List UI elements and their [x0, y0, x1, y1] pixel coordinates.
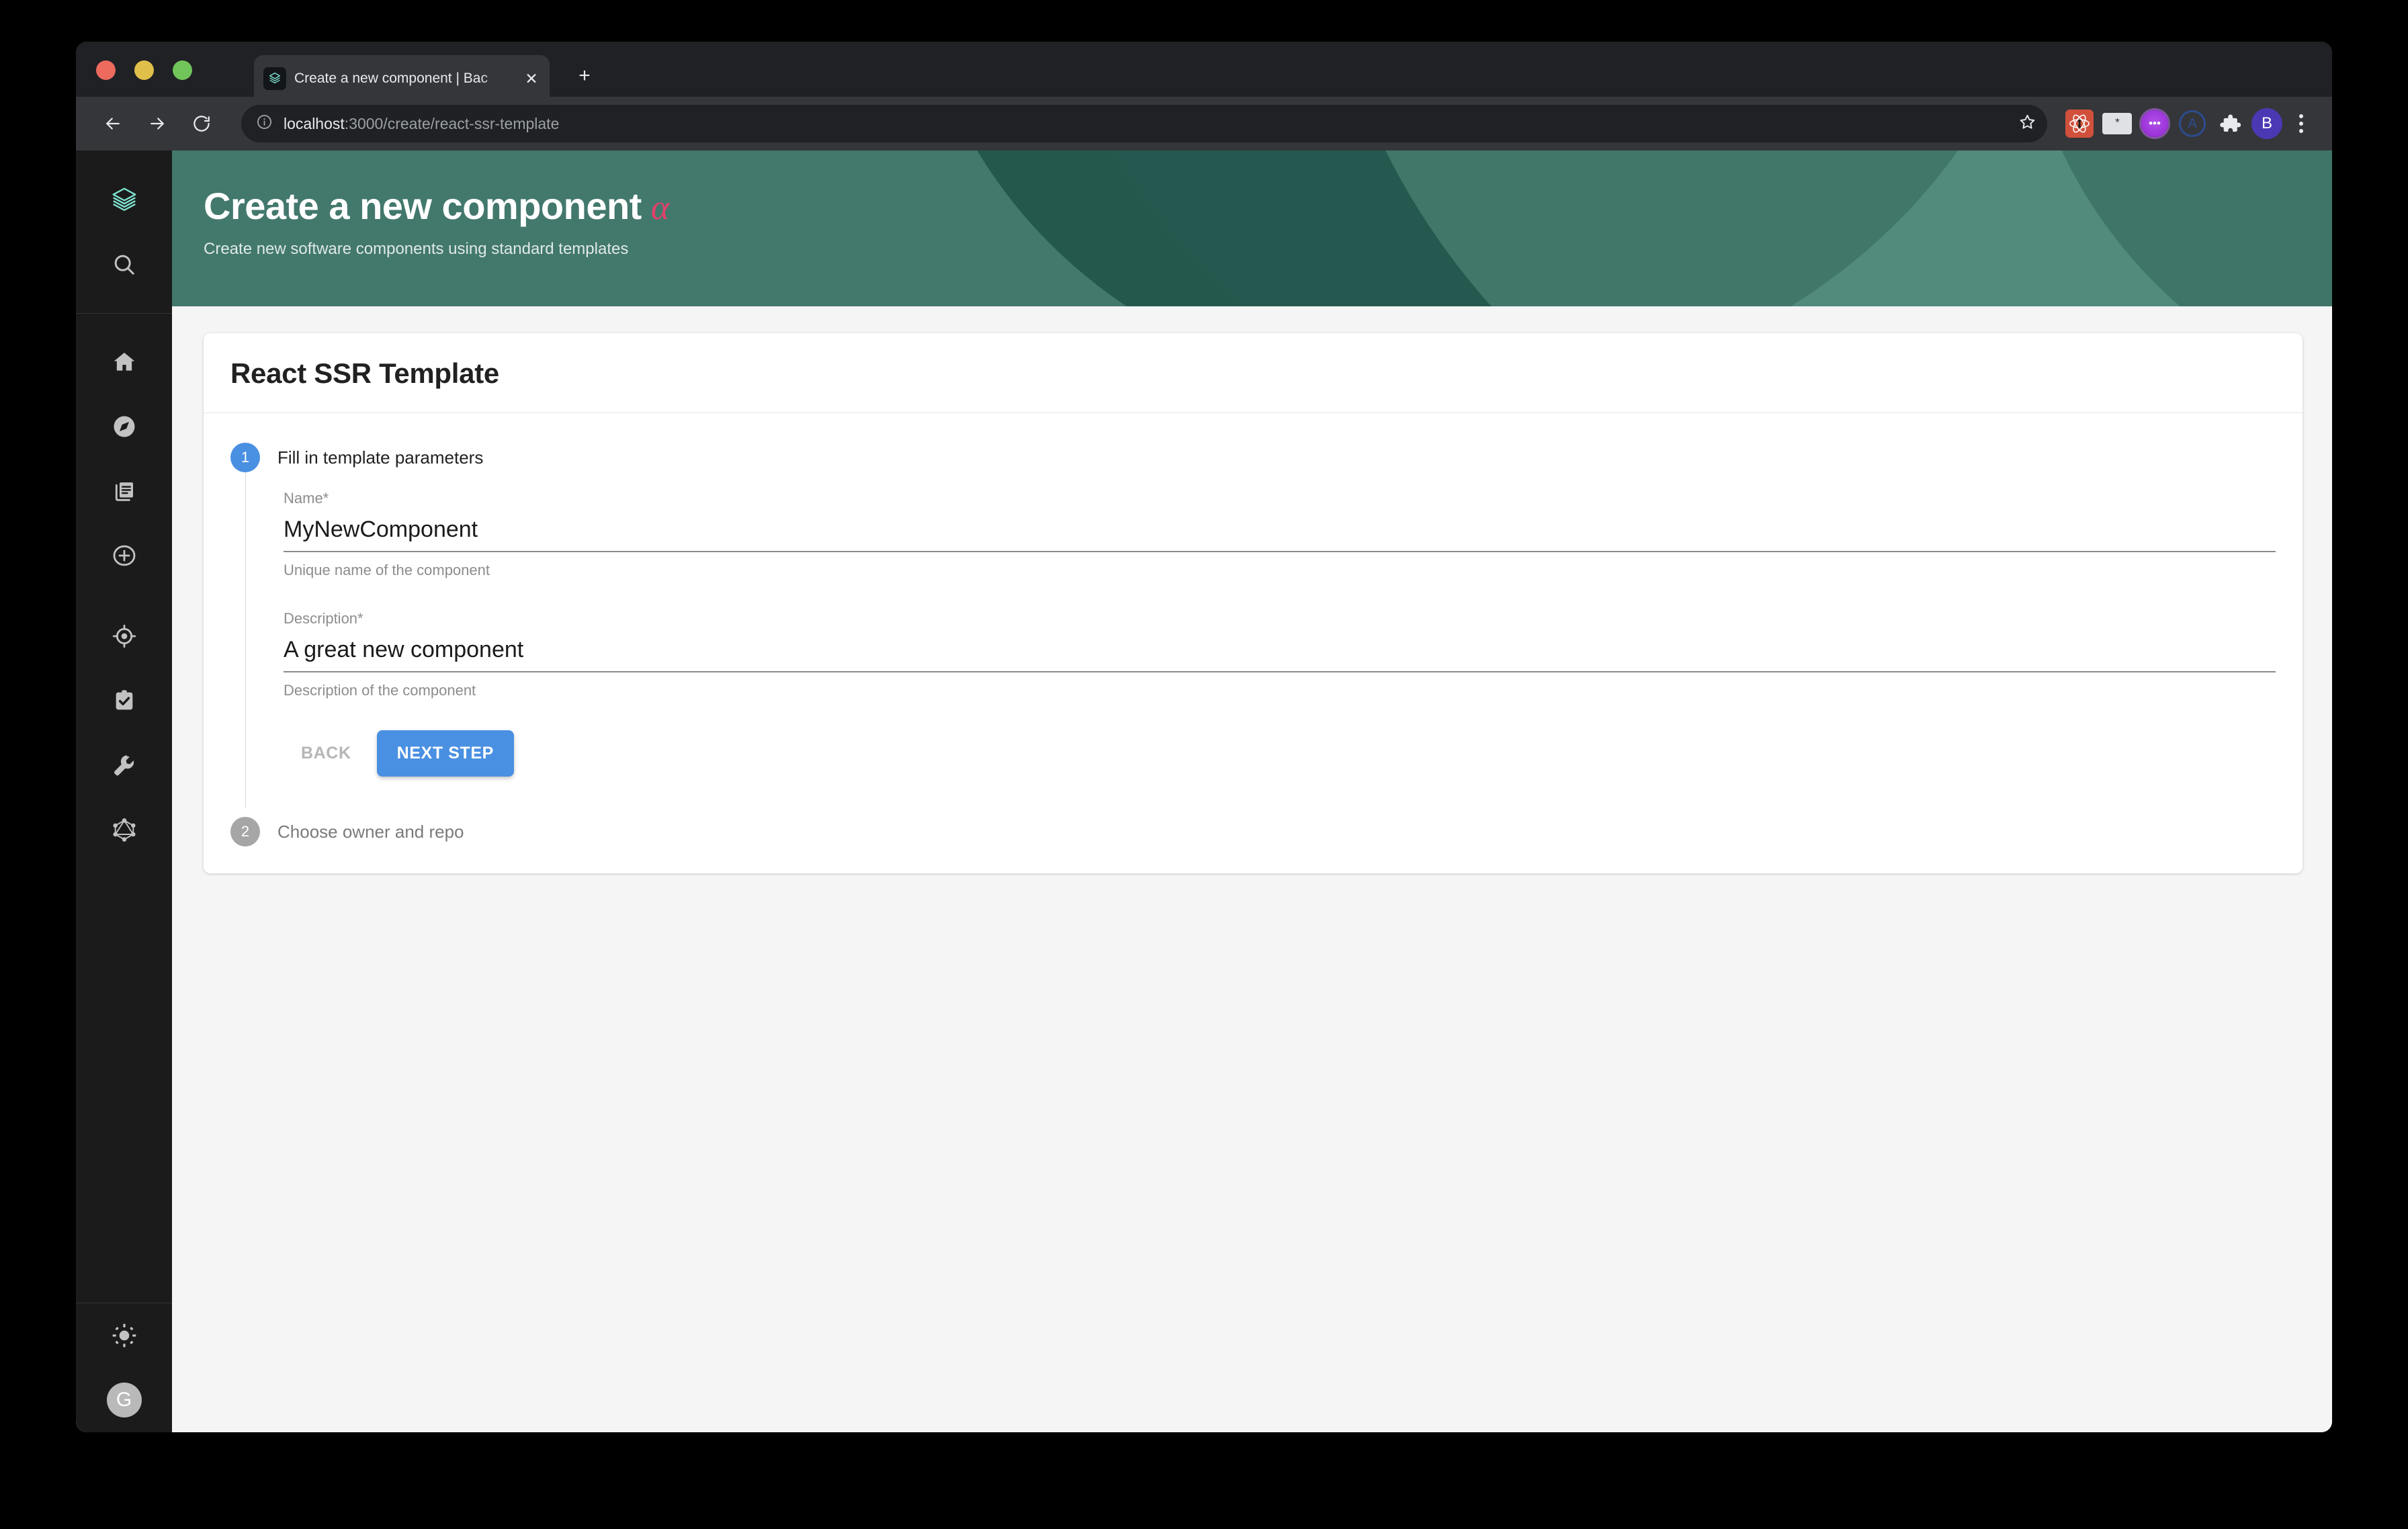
sidebar-item-home[interactable] — [76, 330, 172, 394]
sidebar-item-tasks[interactable] — [76, 668, 172, 733]
profile-avatar-label: B — [2261, 114, 2272, 132]
sidebar-item-docs[interactable] — [76, 459, 172, 523]
name-field-label: Name* — [284, 490, 329, 507]
card-title: React SSR Template — [230, 357, 499, 389]
page-subtitle: Create new software components using sta… — [204, 240, 629, 258]
next-step-button[interactable]: NEXT STEP — [376, 730, 514, 777]
page-header-banner: Create a new component α Create new soft… — [172, 150, 2332, 306]
description-field-group: Description* Description of the componen… — [284, 610, 2276, 699]
minimize-window-button[interactable] — [134, 60, 154, 80]
name-input[interactable] — [284, 517, 2276, 552]
page-title: Create a new component α — [204, 184, 669, 228]
sidebar-user-avatar-label: G — [116, 1389, 132, 1411]
profile-avatar[interactable]: B — [2251, 108, 2282, 139]
name-field-help: Unique name of the component — [284, 562, 490, 578]
window-traffic-lights — [96, 60, 192, 80]
step-1-number: 1 — [241, 449, 250, 466]
star-icon[interactable] — [2018, 113, 2036, 134]
browser-toolbar: localhost:3000/create/react-ssr-template — [76, 97, 2332, 150]
three-dot-menu-icon[interactable] — [2288, 107, 2315, 140]
purple-chat-icon-label: ••• — [2149, 117, 2161, 130]
step-1-label: Fill in template parameters — [277, 447, 484, 468]
step-2-label: Choose owner and repo — [277, 821, 464, 842]
maximize-window-button[interactable] — [173, 60, 192, 80]
step-1-body: Name* Unique name of the component Descr… — [245, 472, 2276, 807]
stepper-step-1[interactable]: 1 Fill in template parameters — [230, 443, 2276, 472]
browser-tab-title: Create a new component | Bac — [294, 71, 488, 86]
step-2-number-badge: 2 — [230, 817, 260, 846]
arrow-left-icon[interactable] — [93, 104, 132, 143]
sidebar-divider — [76, 313, 172, 314]
alpha-badge: α — [650, 189, 669, 227]
arrow-right-icon[interactable] — [138, 104, 177, 143]
back-button[interactable]: BACK — [284, 732, 369, 775]
close-icon[interactable]: ✕ — [523, 71, 540, 87]
terminal-icon-label: * — [2114, 117, 2120, 130]
step-1-actions: BACK NEXT STEP — [284, 730, 2276, 777]
browser-tab[interactable]: Create a new component | Bac ✕ — [254, 55, 550, 102]
purple-chat-icon[interactable]: ••• — [2139, 107, 2171, 140]
page-viewport: G Create a new component α Create new so… — [76, 150, 2332, 1432]
plus-icon[interactable]: + — [573, 66, 596, 86]
sidebar-bottom-section: G — [76, 1303, 172, 1432]
react-devtools-icon[interactable] — [2063, 107, 2096, 140]
name-field-group: Name* Unique name of the component — [284, 490, 2276, 579]
app-sidebar: G — [76, 150, 172, 1432]
reload-icon[interactable] — [182, 104, 221, 143]
sidebar-item-tech-radar[interactable] — [76, 604, 172, 668]
puzzle-extensions-icon[interactable] — [2214, 107, 2246, 140]
browser-window: Create a new component | Bac ✕ + localho… — [76, 42, 2332, 1432]
step-2-number: 2 — [241, 823, 250, 840]
sidebar-logo[interactable] — [76, 168, 172, 232]
stepper-step-2[interactable]: 2 Choose owner and repo — [230, 817, 2276, 846]
step-1-number-badge: 1 — [230, 443, 260, 472]
sidebar-item-search[interactable] — [76, 232, 172, 297]
url-path: :3000/create/react-ssr-template — [344, 114, 560, 132]
page-title-text: Create a new component — [204, 185, 642, 227]
description-field-label: Description* — [284, 610, 363, 627]
card-header: React SSR Template — [204, 333, 2303, 413]
address-bar-url: localhost:3000/create/react-ssr-template — [284, 115, 559, 133]
template-card: React SSR Template 1 Fill in template pa… — [204, 333, 2303, 873]
stepper: 1 Fill in template parameters Name* Uniq… — [204, 413, 2303, 873]
page-content: Create a new component α Create new soft… — [172, 150, 2332, 1432]
description-input[interactable] — [284, 637, 2276, 672]
backstage-logo-icon — [263, 67, 286, 90]
close-window-button[interactable] — [96, 60, 116, 80]
info-circle-icon[interactable] — [256, 114, 273, 134]
sidebar-item-tools[interactable] — [76, 733, 172, 797]
url-host: localhost — [284, 114, 345, 132]
terminal-icon[interactable]: * — [2101, 107, 2133, 140]
browser-tab-strip: Create a new component | Bac ✕ + — [76, 42, 2332, 102]
sidebar-item-graphiql[interactable] — [76, 797, 172, 862]
circle-a-icon-label: A — [2188, 116, 2197, 131]
sidebar-item-theme-toggle[interactable] — [76, 1303, 172, 1368]
page-header-text: Create a new component α Create new soft… — [204, 184, 669, 259]
sidebar-user-avatar[interactable]: G — [76, 1368, 172, 1432]
address-bar[interactable]: localhost:3000/create/react-ssr-template — [241, 105, 2047, 142]
sidebar-item-create[interactable] — [76, 523, 172, 588]
description-field-help: Description of the component — [284, 682, 476, 699]
circle-a-icon[interactable]: A — [2176, 107, 2208, 140]
sidebar-item-explore[interactable] — [76, 394, 172, 459]
